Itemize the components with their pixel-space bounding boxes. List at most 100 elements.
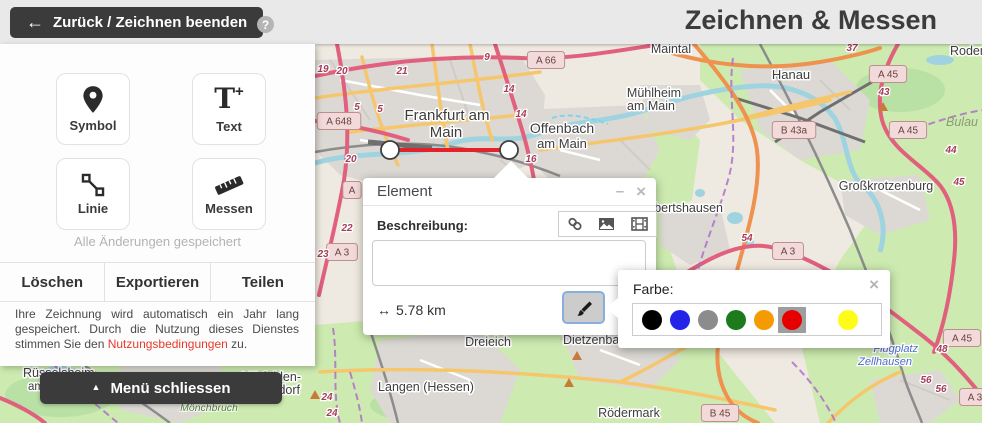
map-label: am Main [627, 99, 675, 113]
dialog-pointer [494, 161, 528, 178]
color-swatch-yellow[interactable] [834, 307, 862, 333]
popup-close-icon[interactable]: × [869, 275, 879, 295]
back-finish-drawing-button[interactable]: ← Zurück / Zeichnen beenden [10, 7, 263, 38]
tool-text-label: Text [216, 119, 242, 134]
color-swatch-red[interactable] [778, 307, 806, 333]
map-label: 56 [935, 384, 947, 395]
map-label: A [349, 186, 356, 197]
road-badge: A 3 [773, 243, 804, 260]
description-label: Beschreibung: [377, 218, 468, 233]
map-label: 9 [484, 52, 490, 63]
map-label: A 3 [781, 247, 796, 258]
menu-close-button[interactable]: ▲ Menü schliessen [40, 372, 282, 404]
map-label: 22 [340, 223, 353, 234]
map-label: 43 [877, 87, 890, 98]
color-dot-green [726, 310, 746, 330]
action-row: Löschen Exportieren Teilen [0, 262, 315, 302]
page-title: Zeichnen & Messen [685, 5, 937, 36]
tool-symbol-label: Symbol [70, 118, 117, 133]
image-icon[interactable] [598, 217, 615, 231]
back-button-label: Zurück / Zeichnen beenden [53, 14, 247, 31]
color-swatch-orange[interactable] [750, 307, 778, 333]
map-label: 48 [935, 344, 948, 355]
road-badge: A 45 [943, 330, 980, 347]
map-label: A 3 [335, 248, 350, 259]
measure-endpoint-start[interactable] [381, 141, 399, 159]
map-label: A 3 [968, 393, 982, 404]
map-label: A 66 [536, 56, 556, 67]
color-dot-black [642, 310, 662, 330]
map-label: 19 [317, 64, 329, 75]
share-button[interactable]: Teilen [210, 263, 315, 301]
menu-close-label: Menü schliessen [110, 380, 230, 397]
description-textarea[interactable] [372, 240, 646, 286]
map-label: Bulau [946, 115, 978, 129]
measurement-value: 5.78 km [396, 302, 446, 318]
close-icon[interactable]: × [636, 183, 646, 200]
road-badge: B 43a [772, 122, 816, 139]
description-toolbar [558, 211, 657, 237]
road-badge: A 648 [317, 113, 361, 130]
color-brush-button[interactable] [562, 291, 605, 324]
color-picker-popup: Farbe: × [618, 270, 890, 348]
map-label: 56 [920, 375, 932, 386]
tool-measure-button[interactable]: Messen [192, 158, 266, 230]
color-dot-orange [754, 310, 774, 330]
delete-button[interactable]: Löschen [0, 263, 104, 301]
map-label: A 45 [952, 334, 972, 345]
measure-arrow-icon: ↔ [377, 302, 391, 318]
autosave-status: Alle Änderungen gespeichert [0, 234, 315, 249]
map-label: 5 [377, 104, 383, 115]
storage-notice: Ihre Zeichnung wird automatisch ein Jahr… [15, 307, 299, 352]
map-label: 20 [344, 154, 357, 165]
color-dot-grey [698, 310, 718, 330]
film-icon[interactable] [631, 217, 648, 231]
link-icon[interactable] [567, 216, 583, 232]
help-icon[interactable]: ? [257, 16, 274, 33]
ruler-icon [212, 172, 246, 198]
tool-line-button[interactable]: Linie [56, 158, 130, 230]
map-label: Main [430, 124, 463, 141]
map-label: Rödermark [598, 406, 661, 420]
color-dot-white [810, 310, 830, 330]
text-plus-icon: T + [214, 84, 244, 116]
map-label: 21 [395, 66, 408, 77]
tool-measure-label: Messen [205, 201, 253, 216]
color-swatch-green[interactable] [722, 307, 750, 333]
tool-text-button[interactable]: T + Text [192, 73, 266, 145]
road-badge: A 66 [527, 52, 564, 69]
minimize-icon[interactable]: – [616, 184, 624, 199]
map-label: 23 [316, 249, 329, 260]
back-arrow-icon: ← [26, 12, 44, 33]
road-badge: A [343, 182, 361, 199]
header-bar: ← Zurück / Zeichnen beenden ? Zeichnen &… [0, 0, 982, 44]
color-swatch-grey[interactable] [694, 307, 722, 333]
measure-endpoint-end[interactable] [500, 141, 518, 159]
tool-line-label: Linie [78, 201, 108, 216]
color-dot-red [782, 310, 802, 330]
drawing-tools-panel: Symbol T + Text Linie Messen Alle Änderu… [0, 44, 315, 366]
color-swatch-white[interactable] [806, 307, 834, 333]
map-label: 54 [741, 233, 753, 244]
map-label: Maintal [651, 42, 691, 56]
dialog-header: Element – × [363, 178, 656, 206]
road-badge: A 3 [960, 389, 982, 406]
color-picker-label: Farbe: [633, 281, 673, 297]
road-badge: B 45 [701, 405, 738, 422]
export-button[interactable]: Exportieren [104, 263, 209, 301]
map-label: Dreieich [465, 335, 511, 349]
map-label: B 43a [781, 126, 808, 137]
color-swatch-black[interactable] [638, 307, 666, 333]
color-dot-blue [670, 310, 690, 330]
dialog-title: Element [377, 183, 604, 200]
color-swatch-blue[interactable] [666, 307, 694, 333]
map-label: Mühlheim [627, 86, 681, 100]
map-pin-icon [80, 85, 106, 115]
terms-link[interactable]: Nutzungsbedingungen [108, 337, 228, 351]
popup-pointer [606, 298, 618, 318]
map-label: Langen (Hessen) [378, 380, 474, 394]
map-label: A 45 [878, 70, 898, 81]
road-badge: A 45 [889, 122, 926, 139]
map-label: Großkrotzenburg [839, 179, 934, 193]
tool-symbol-button[interactable]: Symbol [56, 73, 130, 145]
